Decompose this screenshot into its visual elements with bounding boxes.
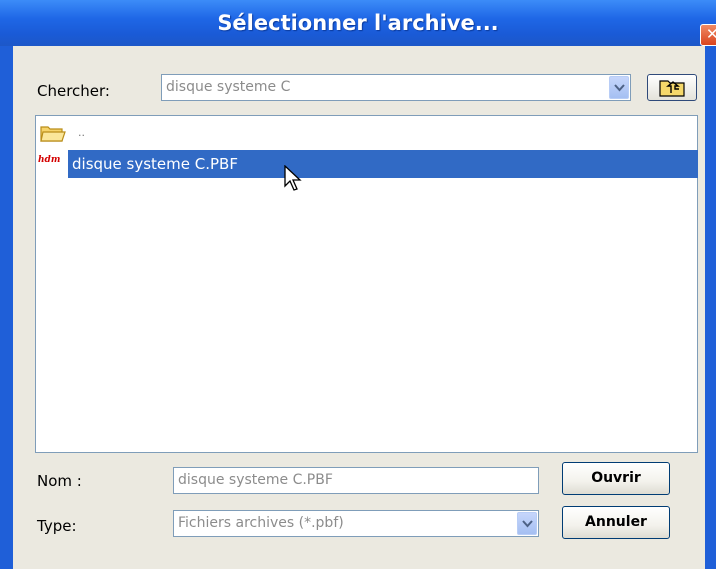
folder-icon bbox=[40, 126, 66, 142]
list-item-label: disque systeme C.PBF bbox=[68, 150, 698, 178]
window-frame-left bbox=[0, 46, 13, 569]
pbf-file-icon: hdm bbox=[38, 155, 61, 165]
close-icon: ✕ bbox=[706, 25, 716, 43]
file-dialog: Sélectionner l'archive... ✕ Chercher: di… bbox=[0, 0, 716, 569]
file-list[interactable]: .. hdm disque systeme C.PBF bbox=[35, 115, 698, 453]
up-folder-button[interactable] bbox=[647, 74, 697, 101]
name-label: Nom : bbox=[37, 472, 82, 490]
filetype-value: Fichiers archives (*.pbf) bbox=[178, 515, 344, 531]
lookin-value: disque systeme C bbox=[166, 79, 291, 95]
title-bar[interactable]: Sélectionner l'archive... bbox=[0, 0, 716, 46]
filetype-combo[interactable]: Fichiers archives (*.pbf) bbox=[173, 510, 539, 537]
lookin-dropdown-button[interactable] bbox=[609, 76, 629, 99]
lookin-combo[interactable]: disque systeme C bbox=[161, 74, 631, 101]
lookin-label: Chercher: bbox=[37, 82, 110, 100]
close-button[interactable]: ✕ bbox=[700, 24, 716, 46]
cancel-button[interactable]: Annuler bbox=[562, 506, 670, 539]
open-button[interactable]: Ouvrir bbox=[562, 462, 670, 495]
folder-up-icon bbox=[659, 80, 685, 97]
chevron-down-icon bbox=[614, 84, 625, 92]
chevron-down-icon bbox=[522, 520, 533, 528]
list-item[interactable]: .. bbox=[40, 124, 120, 142]
type-label: Type: bbox=[37, 517, 77, 535]
list-item-selected[interactable]: hdm disque systeme C.PBF bbox=[36, 150, 698, 178]
window-frame-right bbox=[705, 46, 716, 569]
mouse-cursor-icon bbox=[284, 165, 302, 191]
filename-value: disque systeme C.PBF bbox=[178, 472, 333, 488]
filename-input[interactable]: disque systeme C.PBF bbox=[173, 467, 539, 494]
list-item-label: .. bbox=[78, 126, 85, 139]
window-title: Sélectionner l'archive... bbox=[217, 11, 499, 35]
filetype-dropdown-button[interactable] bbox=[517, 512, 537, 535]
